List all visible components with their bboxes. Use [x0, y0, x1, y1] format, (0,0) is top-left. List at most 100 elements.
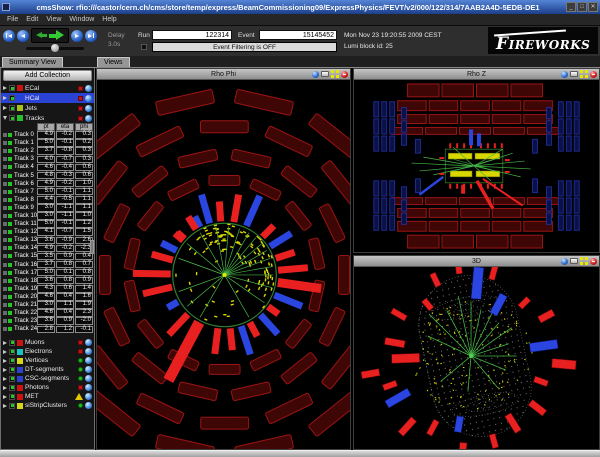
- track-row-7[interactable]: Track 75.0-0.11.1: [1, 188, 94, 196]
- track-visibility-icon[interactable]: [8, 190, 12, 194]
- track-row-0[interactable]: Track 04.9-0.20.3: [1, 131, 94, 139]
- info-sphere-icon[interactable]: [85, 402, 92, 409]
- color-swatch[interactable]: [17, 358, 23, 364]
- collection-row-sistripclusters[interactable]: siStripClusters: [1, 401, 94, 410]
- track-visibility-icon[interactable]: [8, 182, 12, 186]
- color-swatch[interactable]: [17, 349, 23, 355]
- track-row-19[interactable]: Track 194.30.61.4: [1, 285, 94, 293]
- 3d-canvas[interactable]: [354, 267, 599, 449]
- close-view-icon[interactable]: [590, 258, 597, 265]
- visibility-checkbox[interactable]: [9, 340, 15, 346]
- close-view-icon[interactable]: [590, 71, 597, 78]
- 3d-header[interactable]: 3D: [354, 256, 599, 267]
- expand-arrow-icon[interactable]: [3, 386, 7, 390]
- menu-view[interactable]: View: [42, 16, 65, 23]
- track-row-13[interactable]: Track 133.6-0.92.6: [1, 236, 94, 244]
- color-swatch[interactable]: [17, 95, 23, 101]
- expand-icon[interactable]: [331, 70, 339, 78]
- collection-row-photons[interactable]: Photons: [1, 383, 94, 392]
- collection-row-tracks[interactable]: Tracks: [1, 113, 94, 123]
- track-visibility-icon[interactable]: [8, 206, 12, 210]
- next-event-button[interactable]: [71, 30, 83, 42]
- track-visibility-icon[interactable]: [8, 254, 12, 258]
- track-visibility-icon[interactable]: [8, 263, 12, 267]
- track-row-4[interactable]: Track 44.6-0.40.6: [1, 163, 94, 171]
- track-visibility-icon[interactable]: [8, 141, 12, 145]
- collection-row-csc-segments[interactable]: CSC-segments: [1, 374, 94, 383]
- minimize-button[interactable]: _: [566, 2, 576, 12]
- collection-row-dt-segments[interactable]: DT-segments: [1, 365, 94, 374]
- track-visibility-icon[interactable]: [8, 198, 12, 202]
- track-row-22[interactable]: Track 224.60.42.3: [1, 309, 94, 317]
- expand-icon[interactable]: [580, 70, 588, 78]
- visibility-checkbox[interactable]: [9, 115, 15, 121]
- collection-row-met[interactable]: MET: [1, 392, 94, 401]
- visibility-checkbox[interactable]: [9, 394, 15, 400]
- info-sphere-icon[interactable]: [85, 85, 92, 92]
- visibility-checkbox[interactable]: [9, 349, 15, 355]
- info-sphere-icon[interactable]: [85, 348, 92, 355]
- close-button[interactable]: ✕: [588, 2, 598, 12]
- track-row-20[interactable]: Track 204.60.41.6: [1, 293, 94, 301]
- delay-slider-knob[interactable]: [51, 44, 59, 52]
- color-swatch[interactable]: [17, 376, 23, 382]
- collection-row-ecal[interactable]: ECal: [1, 83, 94, 93]
- track-row-18[interactable]: Track 183.60.80.9: [1, 277, 94, 285]
- track-visibility-icon[interactable]: [8, 214, 12, 218]
- track-row-11[interactable]: Track 115.0-0.11.2: [1, 220, 94, 228]
- track-visibility-icon[interactable]: [8, 133, 12, 137]
- visibility-checkbox[interactable]: [9, 95, 15, 101]
- track-visibility-icon[interactable]: [8, 287, 12, 291]
- add-collection-button[interactable]: Add Collection: [3, 70, 92, 81]
- visibility-checkbox[interactable]: [9, 85, 15, 91]
- expand-arrow-icon[interactable]: [3, 116, 7, 120]
- track-visibility-icon[interactable]: [8, 319, 12, 323]
- first-event-button[interactable]: [3, 30, 15, 42]
- color-swatch[interactable]: [17, 367, 23, 373]
- info-sphere-icon[interactable]: [85, 384, 92, 391]
- info-sphere-icon[interactable]: [85, 339, 92, 346]
- track-visibility-icon[interactable]: [8, 295, 12, 299]
- collection-row-hcal[interactable]: HCal: [1, 93, 94, 103]
- event-filter-button[interactable]: Event Filtering is OFF: [152, 42, 337, 52]
- table-scrollbar[interactable]: [90, 240, 94, 254]
- visibility-checkbox[interactable]: [9, 105, 15, 111]
- track-visibility-icon[interactable]: [8, 279, 12, 283]
- column-header-pt[interactable]: pt: [37, 123, 55, 131]
- track-visibility-icon[interactable]: [8, 230, 12, 234]
- run-input[interactable]: 122314: [152, 30, 232, 40]
- collection-row-jets[interactable]: Jets: [1, 103, 94, 113]
- track-row-17[interactable]: Track 175.00.10.8: [1, 269, 94, 277]
- track-row-23[interactable]: Track 233.60.9-2.0: [1, 317, 94, 325]
- forward-arrow-icon[interactable]: [49, 30, 64, 41]
- track-row-5[interactable]: Track 54.8-0.30.6: [1, 171, 94, 179]
- visibility-checkbox[interactable]: [9, 403, 15, 409]
- expand-arrow-icon[interactable]: [3, 86, 7, 90]
- menu-window[interactable]: Window: [65, 16, 98, 23]
- menu-edit[interactable]: Edit: [22, 16, 42, 23]
- expand-arrow-icon[interactable]: [3, 96, 7, 100]
- visibility-checkbox[interactable]: [9, 376, 15, 382]
- track-row-21[interactable]: Track 213.01.11.9: [1, 301, 94, 309]
- undock-icon[interactable]: [570, 258, 578, 264]
- info-icon[interactable]: [561, 258, 568, 265]
- info-icon[interactable]: [561, 71, 568, 78]
- rho-phi-canvas[interactable]: [97, 80, 350, 449]
- expand-arrow-icon[interactable]: [3, 350, 7, 354]
- color-swatch[interactable]: [17, 85, 23, 91]
- visibility-checkbox[interactable]: [9, 367, 15, 373]
- track-visibility-icon[interactable]: [8, 246, 12, 250]
- track-row-3[interactable]: Track 34.0-0.70.3: [1, 155, 94, 163]
- info-sphere-icon[interactable]: [85, 105, 92, 112]
- track-visibility-icon[interactable]: [8, 311, 12, 315]
- color-swatch[interactable]: [17, 115, 23, 121]
- collection-row-vertices[interactable]: Vertices: [1, 356, 94, 365]
- expand-icon[interactable]: [580, 257, 588, 265]
- info-sphere-icon[interactable]: [85, 393, 92, 400]
- maximize-button[interactable]: □: [577, 2, 587, 12]
- filter-checkbox[interactable]: [141, 44, 147, 50]
- expand-arrow-icon[interactable]: [3, 377, 7, 381]
- rho-z-canvas[interactable]: [354, 80, 599, 252]
- track-row-10[interactable]: Track 103.0-1.11.0: [1, 212, 94, 220]
- track-visibility-icon[interactable]: [8, 222, 12, 226]
